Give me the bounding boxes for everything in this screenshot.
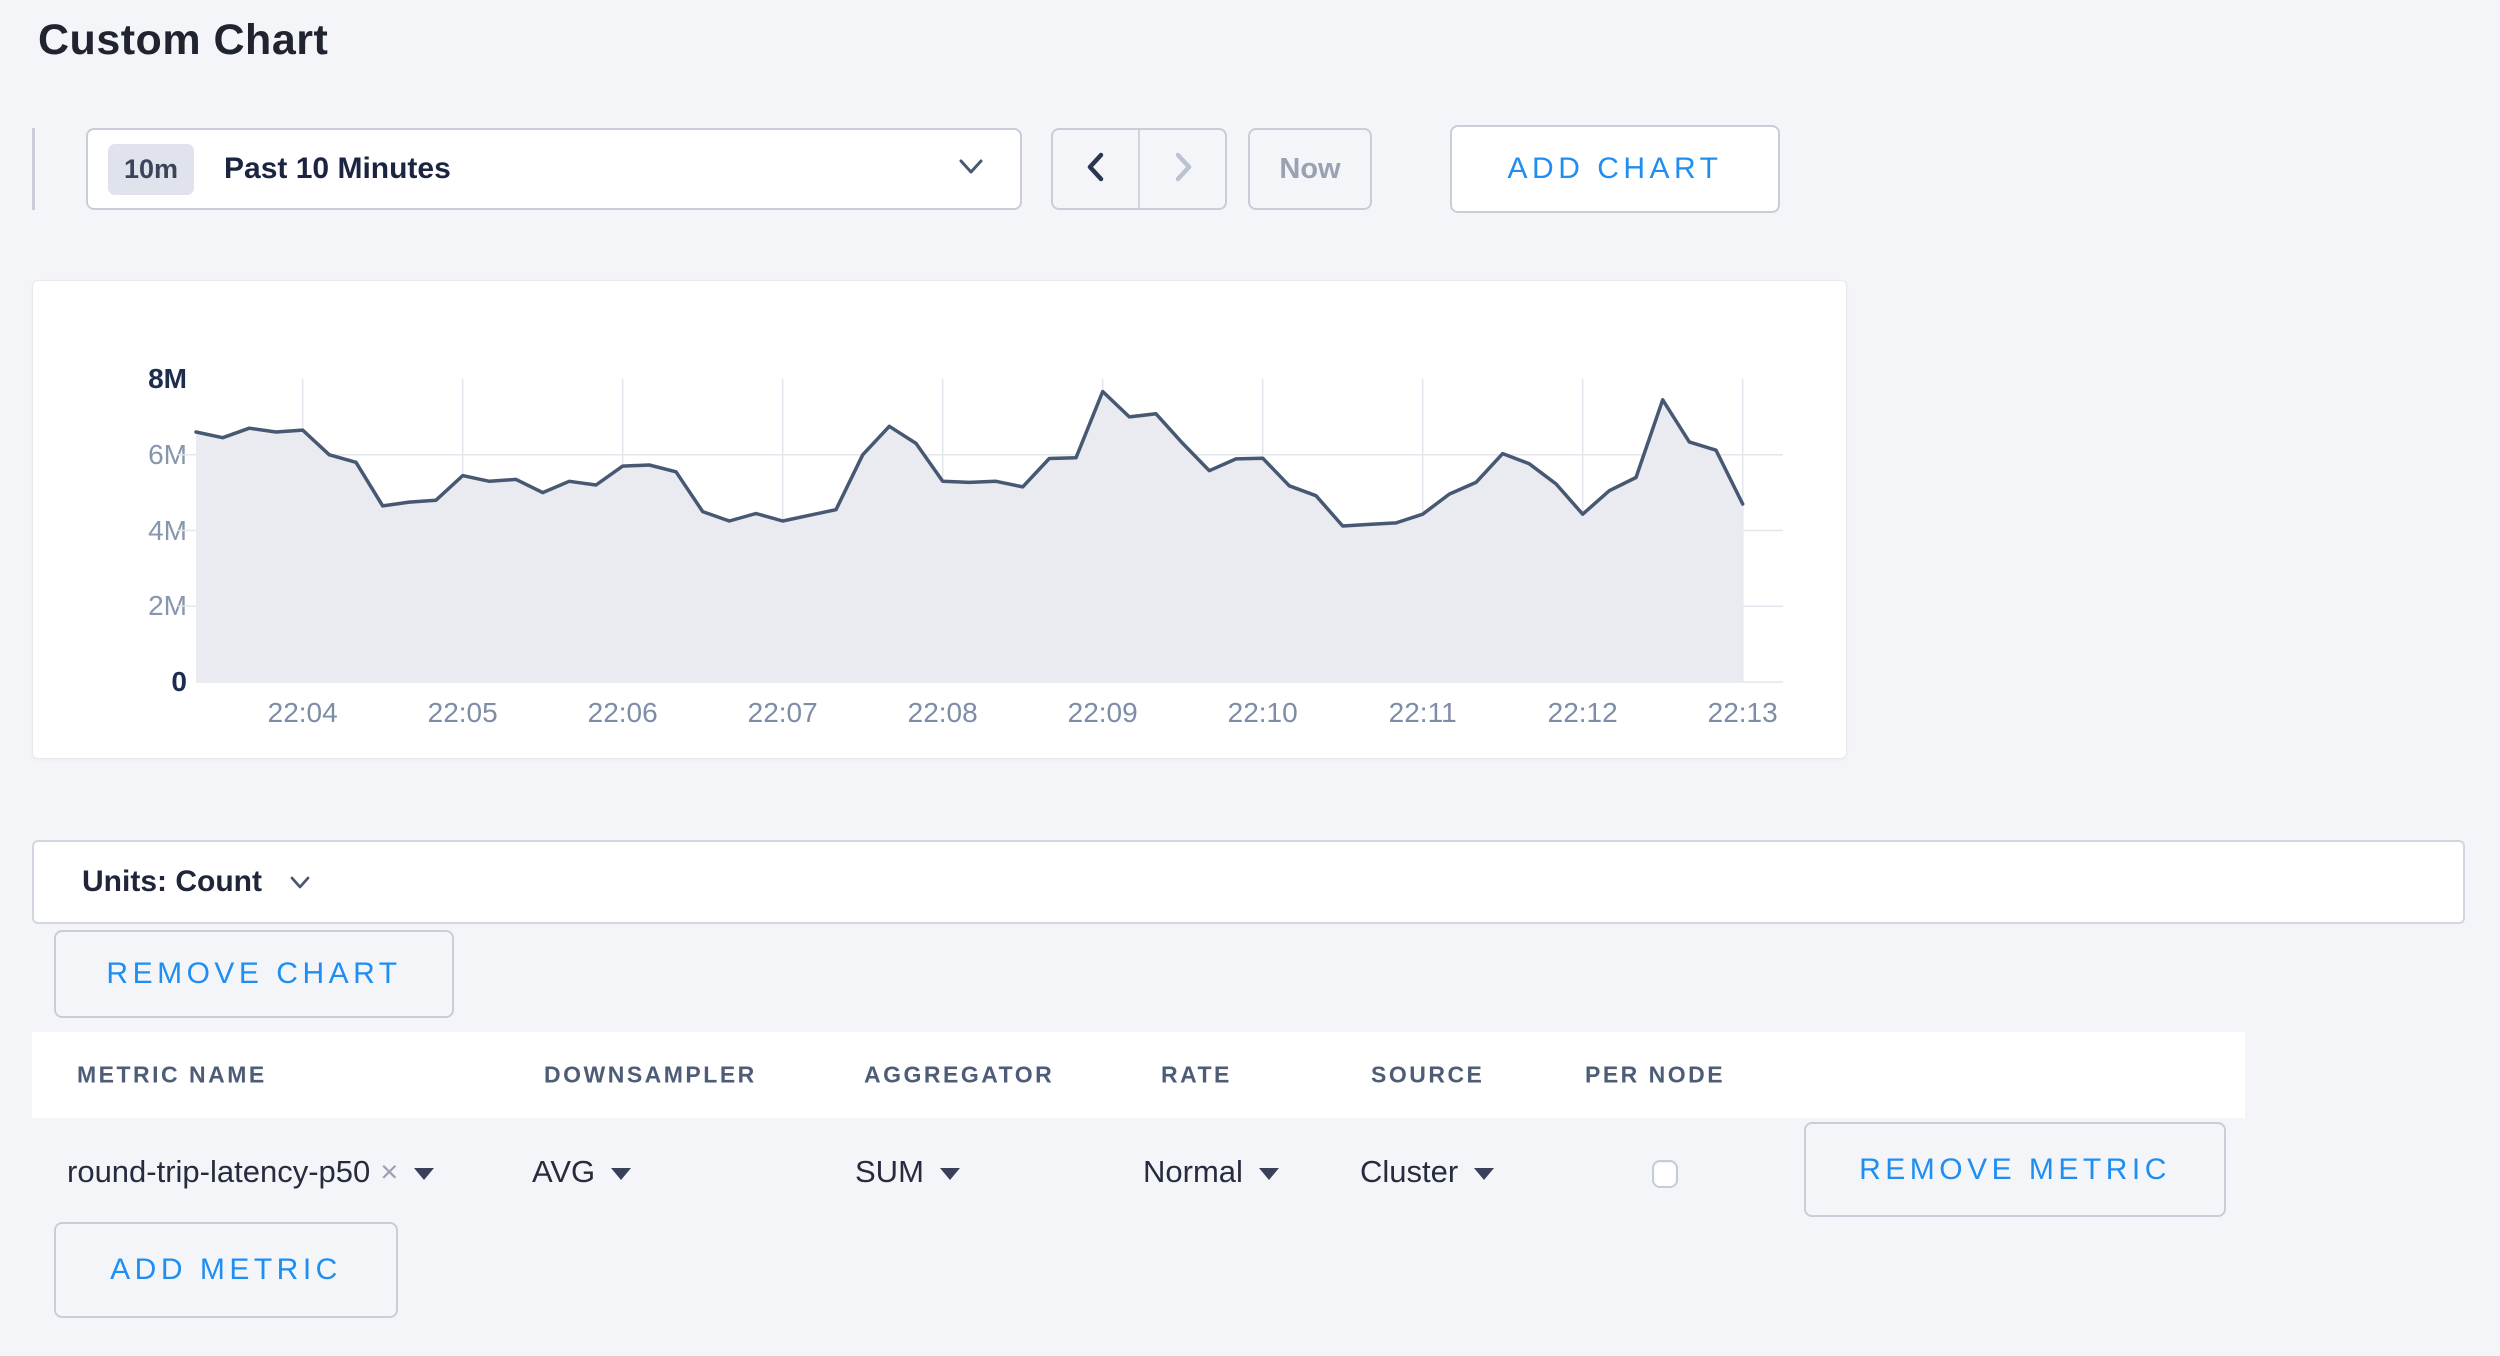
x-axis-tick-label: 22:13: [1708, 697, 1778, 729]
aggregator-dropdown[interactable]: SUM: [855, 1154, 960, 1190]
time-range-label: Past 10 Minutes: [224, 152, 451, 186]
chart-plot-area[interactable]: [196, 379, 1783, 682]
remove-metric-button[interactable]: REMOVE METRIC: [1804, 1122, 2226, 1217]
x-axis-tick-label: 22:06: [588, 697, 658, 729]
y-axis-tick-label: 0: [77, 666, 187, 698]
custom-chart-page: Custom Chart 10m Past 10 Minutes Now ADD…: [0, 0, 2500, 1356]
caret-down-icon: [940, 1168, 960, 1180]
chevron-down-icon: [956, 156, 986, 183]
y-axis-tick-label: 6M: [77, 439, 187, 471]
y-axis-tick-label: 2M: [77, 590, 187, 622]
rate-dropdown[interactable]: Normal: [1143, 1154, 1279, 1190]
caret-down-icon: [414, 1168, 434, 1180]
units-label: Units: Count: [82, 865, 262, 899]
source-value: Cluster: [1360, 1154, 1458, 1190]
table-header-cell: DOWNSAMPLER: [544, 1062, 757, 1089]
per-node-checkbox[interactable]: [1652, 1160, 1678, 1188]
time-range-badge: 10m: [108, 144, 194, 195]
table-header-cell: METRIC NAME: [77, 1062, 267, 1089]
aggregator-value: SUM: [855, 1154, 924, 1190]
toolbar-left-divider: [32, 128, 35, 210]
rate-value: Normal: [1143, 1154, 1243, 1190]
caret-down-icon: [1259, 1168, 1279, 1180]
page-title: Custom Chart: [38, 16, 328, 65]
time-nav-group: [1051, 128, 1227, 210]
x-axis-tick-label: 22:09: [1068, 697, 1138, 729]
add-metric-button[interactable]: ADD METRIC: [54, 1222, 398, 1318]
x-axis-tick-label: 22:04: [268, 697, 338, 729]
now-button[interactable]: Now: [1248, 128, 1372, 210]
table-header-cell: PER NODE: [1585, 1062, 1725, 1089]
x-axis-tick-label: 22:05: [428, 697, 498, 729]
time-back-button[interactable]: [1053, 130, 1138, 208]
caret-down-icon: [611, 1168, 631, 1180]
chart-svg: [196, 379, 1783, 682]
remove-chart-button[interactable]: REMOVE CHART: [54, 930, 454, 1018]
source-dropdown[interactable]: Cluster: [1360, 1154, 1494, 1190]
x-axis-tick-label: 22:08: [908, 697, 978, 729]
y-axis-tick-label: 8M: [77, 363, 187, 395]
add-chart-button[interactable]: ADD CHART: [1450, 125, 1780, 213]
chevron-right-icon: [1168, 149, 1198, 190]
time-range-select[interactable]: 10m Past 10 Minutes: [86, 128, 1022, 210]
caret-down-icon: [1474, 1168, 1494, 1180]
clear-metric-icon[interactable]: ×: [380, 1154, 398, 1190]
metrics-table-header: METRIC NAME DOWNSAMPLER AGGREGATOR RATE SOUR…: [32, 1032, 2245, 1118]
x-axis-tick-label: 22:12: [1548, 697, 1618, 729]
x-axis-tick-label: 22:11: [1389, 697, 1457, 729]
y-axis-tick-label: 4M: [77, 515, 187, 547]
downsampler-value: AVG: [532, 1154, 595, 1190]
metric-name-value: round-trip-latency-p50: [67, 1154, 370, 1190]
table-header-cell: AGGREGATOR: [864, 1062, 1054, 1089]
metric-name-dropdown[interactable]: round-trip-latency-p50 ×: [67, 1154, 434, 1190]
x-axis-tick-label: 22:10: [1228, 697, 1298, 729]
downsampler-dropdown[interactable]: AVG: [532, 1154, 631, 1190]
chevron-left-icon: [1081, 149, 1111, 190]
units-select[interactable]: Units: Count: [32, 840, 2465, 924]
chart-card: 0 2M 4M 6M 8M 22:04 22:05 22:06 22:07 22:08 22:09…: [32, 280, 1847, 759]
table-header-cell: SOURCE: [1371, 1062, 1484, 1089]
x-axis-tick-label: 22:07: [748, 697, 818, 729]
time-forward-button[interactable]: [1138, 130, 1225, 208]
chevron-down-icon: [288, 874, 312, 897]
table-header-cell: RATE: [1161, 1062, 1232, 1089]
